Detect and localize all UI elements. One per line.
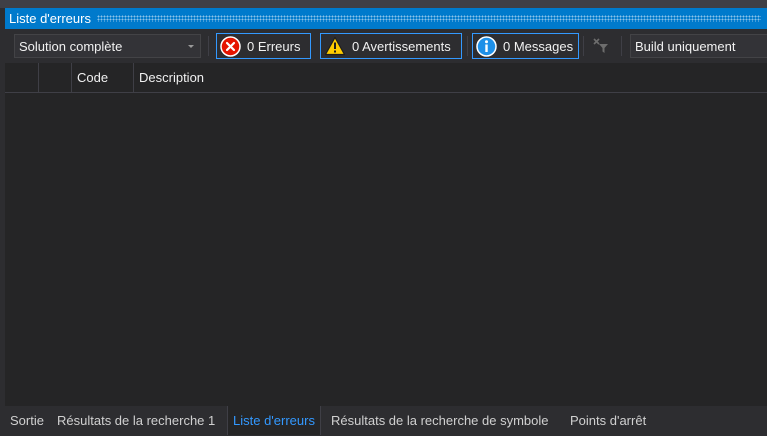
- scope-dropdown[interactable]: Solution complète: [14, 34, 201, 58]
- build-source-value: Build uniquement: [635, 38, 736, 54]
- toolbar-separator: [208, 36, 209, 56]
- warnings-filter-button[interactable]: 0 Avertissements: [320, 33, 462, 59]
- error-list-panel-header[interactable]: Liste d'erreurs: [5, 8, 767, 29]
- build-source-dropdown[interactable]: Build uniquement: [630, 34, 767, 58]
- window-top-strip: [0, 0, 767, 8]
- tab-output[interactable]: Sortie: [5, 406, 49, 435]
- tab-error-list[interactable]: Liste d'erreurs: [227, 406, 321, 435]
- grid-header: Code Description: [5, 63, 767, 93]
- info-circle-icon: [476, 35, 497, 57]
- column-header-description[interactable]: Description: [134, 63, 767, 92]
- error-circle-icon: [220, 35, 241, 57]
- tab-find-symbol-results[interactable]: Résultats de la recherche de symbole: [326, 406, 554, 435]
- column-header-code[interactable]: Code: [72, 63, 134, 92]
- bottom-tool-tabs: Sortie Résultats de la recherche 1 Liste…: [0, 406, 767, 436]
- panel-drag-grip[interactable]: [96, 15, 761, 22]
- error-list-grid[interactable]: Code Description: [5, 63, 767, 406]
- errors-filter-button[interactable]: 0 Erreurs: [216, 33, 311, 59]
- errors-count-label: 0 Erreurs: [247, 38, 301, 54]
- chevron-down-icon: [188, 45, 194, 48]
- panel-title: Liste d'erreurs: [9, 11, 91, 26]
- error-list-toolbar: Solution complète 0 Erreurs 0 Avertissem…: [5, 29, 767, 63]
- warnings-count-label: 0 Avertissements: [352, 38, 451, 54]
- column-header-category[interactable]: [5, 63, 39, 92]
- tab-breakpoints[interactable]: Points d'arrêt: [565, 406, 651, 435]
- toolbar-separator: [467, 36, 468, 56]
- tab-find-results-1[interactable]: Résultats de la recherche 1: [52, 406, 220, 435]
- messages-filter-button[interactable]: 0 Messages: [472, 33, 579, 59]
- toolbar-separator: [583, 36, 584, 56]
- clear-filter-icon[interactable]: [592, 37, 610, 55]
- messages-count-label: 0 Messages: [503, 38, 574, 54]
- toolbar-separator: [621, 36, 622, 56]
- warning-triangle-icon: [324, 36, 346, 56]
- column-header-icon[interactable]: [39, 63, 72, 92]
- scope-dropdown-value: Solution complète: [19, 38, 123, 54]
